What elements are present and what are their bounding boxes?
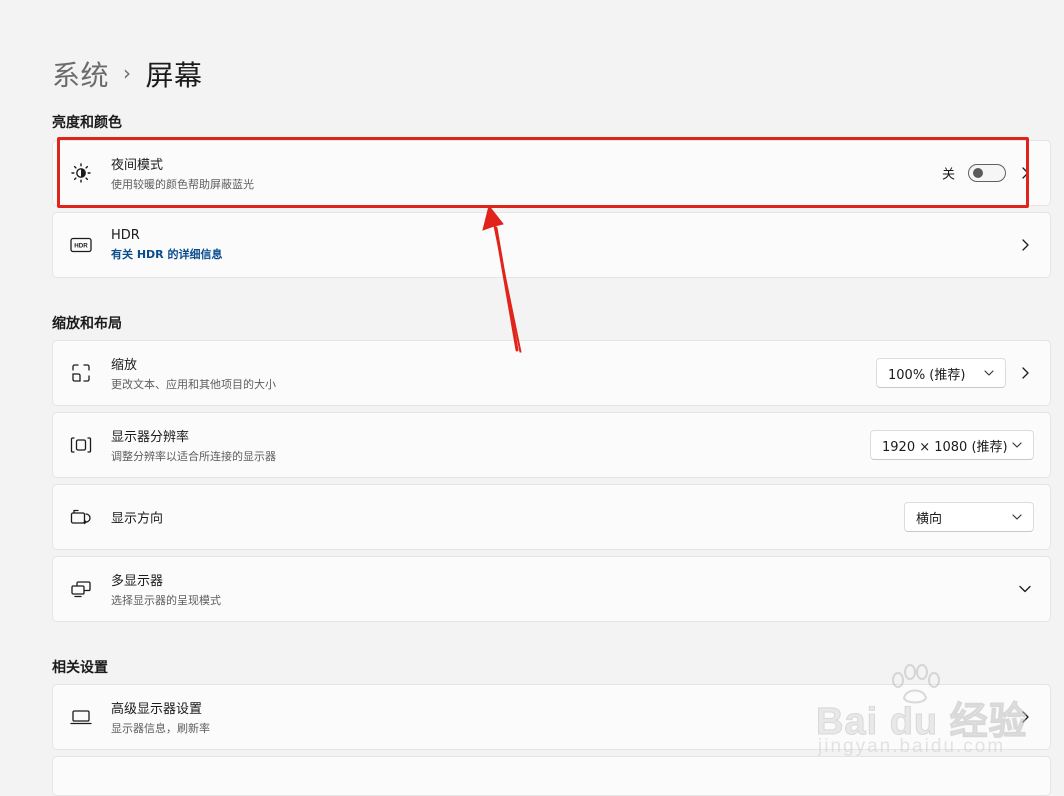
hdr-texts: HDR 有关 HDR 的详细信息: [111, 228, 222, 262]
multi-display-texts: 多显示器 选择显示器的呈现模式: [111, 570, 221, 608]
scale-card[interactable]: 缩放 更改文本、应用和其他项目的大小 100% (推荐): [52, 340, 1051, 406]
advanced-display-texts: 高级显示器设置 显示器信息，刷新率: [111, 698, 210, 736]
svg-text:HDR: HDR: [74, 243, 88, 250]
night-light-toggle-state: 关: [941, 167, 955, 183]
resolution-icon: [70, 434, 92, 456]
scale-dropdown[interactable]: 100% (推荐): [876, 358, 1006, 388]
breadcrumb-separator: ›: [123, 61, 132, 85]
advanced-display-title: 高级显示器设置: [111, 702, 203, 717]
chevron-down-icon: [983, 367, 995, 379]
orientation-title: 显示方向: [111, 511, 164, 527]
resolution-texts: 显示器分辨率 调整分辨率以适合所连接的显示器: [111, 426, 276, 464]
breadcrumb-parent-system[interactable]: 系统: [52, 54, 109, 94]
scale-subtitle: 更改文本、应用和其他项目的大小: [111, 378, 276, 391]
orientation-card[interactable]: 显示方向 横向: [52, 484, 1051, 550]
scale-icon: [70, 362, 92, 384]
advanced-display-subtitle: 显示器信息，刷新率: [111, 722, 210, 735]
multi-display-subtitle: 选择显示器的呈现模式: [111, 594, 221, 607]
resolution-card[interactable]: 显示器分辨率 调整分辨率以适合所连接的显示器 1920 × 1080 (推荐): [52, 412, 1051, 478]
resolution-dropdown[interactable]: 1920 × 1080 (推荐): [870, 430, 1034, 460]
laptop-icon: [70, 706, 92, 728]
section-title-related: 相关设置: [52, 660, 108, 676]
section-title-brightness-color: 亮度和颜色: [52, 115, 122, 131]
multi-display-card[interactable]: 多显示器 选择显示器的呈现模式: [52, 556, 1051, 622]
night-light-icon: [70, 162, 92, 184]
resolution-subtitle: 调整分辨率以适合所连接的显示器: [111, 450, 276, 463]
hdr-title: HDR: [111, 228, 140, 243]
orientation-texts: 显示方向: [111, 508, 163, 527]
resolution-title: 显示器分辨率: [111, 430, 190, 445]
night-light-toggle[interactable]: [968, 164, 1006, 182]
section-title-scale-layout: 缩放和布局: [52, 316, 122, 332]
orientation-dropdown-value: 横向: [916, 511, 943, 527]
chevron-right-icon[interactable]: [1018, 366, 1032, 380]
scale-title: 缩放: [111, 358, 138, 373]
multi-display-title: 多显示器: [111, 574, 164, 589]
scale-dropdown-value: 100% (推荐): [888, 367, 966, 383]
orientation-icon: [70, 506, 92, 528]
page-title: 屏幕: [145, 59, 203, 92]
chevron-down-icon[interactable]: [1018, 582, 1032, 596]
hdr-info-link[interactable]: 有关 HDR 的详细信息: [111, 246, 222, 262]
night-light-card[interactable]: 夜间模式 使用较暖的颜色帮助屏蔽蓝光 关: [52, 140, 1051, 206]
advanced-display-card[interactable]: 高级显示器设置 显示器信息，刷新率: [52, 684, 1051, 750]
toggle-knob: [973, 168, 983, 178]
breadcrumb: 系统 › 屏幕: [52, 52, 203, 96]
chevron-down-icon: [1011, 511, 1023, 523]
chevron-down-icon: [1011, 439, 1023, 451]
orientation-dropdown[interactable]: 横向: [904, 502, 1034, 532]
chevron-right-icon[interactable]: [1018, 710, 1032, 724]
night-light-title: 夜间模式: [111, 158, 164, 173]
hdr-card[interactable]: HDR HDR 有关 HDR 的详细信息: [52, 212, 1051, 278]
chevron-right-icon[interactable]: [1018, 166, 1032, 180]
night-light-texts: 夜间模式 使用较暖的颜色帮助屏蔽蓝光: [111, 154, 254, 192]
multi-display-icon: [70, 578, 92, 600]
chevron-right-icon[interactable]: [1018, 238, 1032, 252]
scale-texts: 缩放 更改文本、应用和其他项目的大小: [111, 354, 276, 392]
next-settings-card[interactable]: [52, 756, 1051, 796]
hdr-icon: HDR: [70, 234, 92, 256]
night-light-subtitle: 使用较暖的颜色帮助屏蔽蓝光: [111, 178, 254, 191]
resolution-dropdown-value: 1920 × 1080 (推荐): [882, 439, 1008, 455]
